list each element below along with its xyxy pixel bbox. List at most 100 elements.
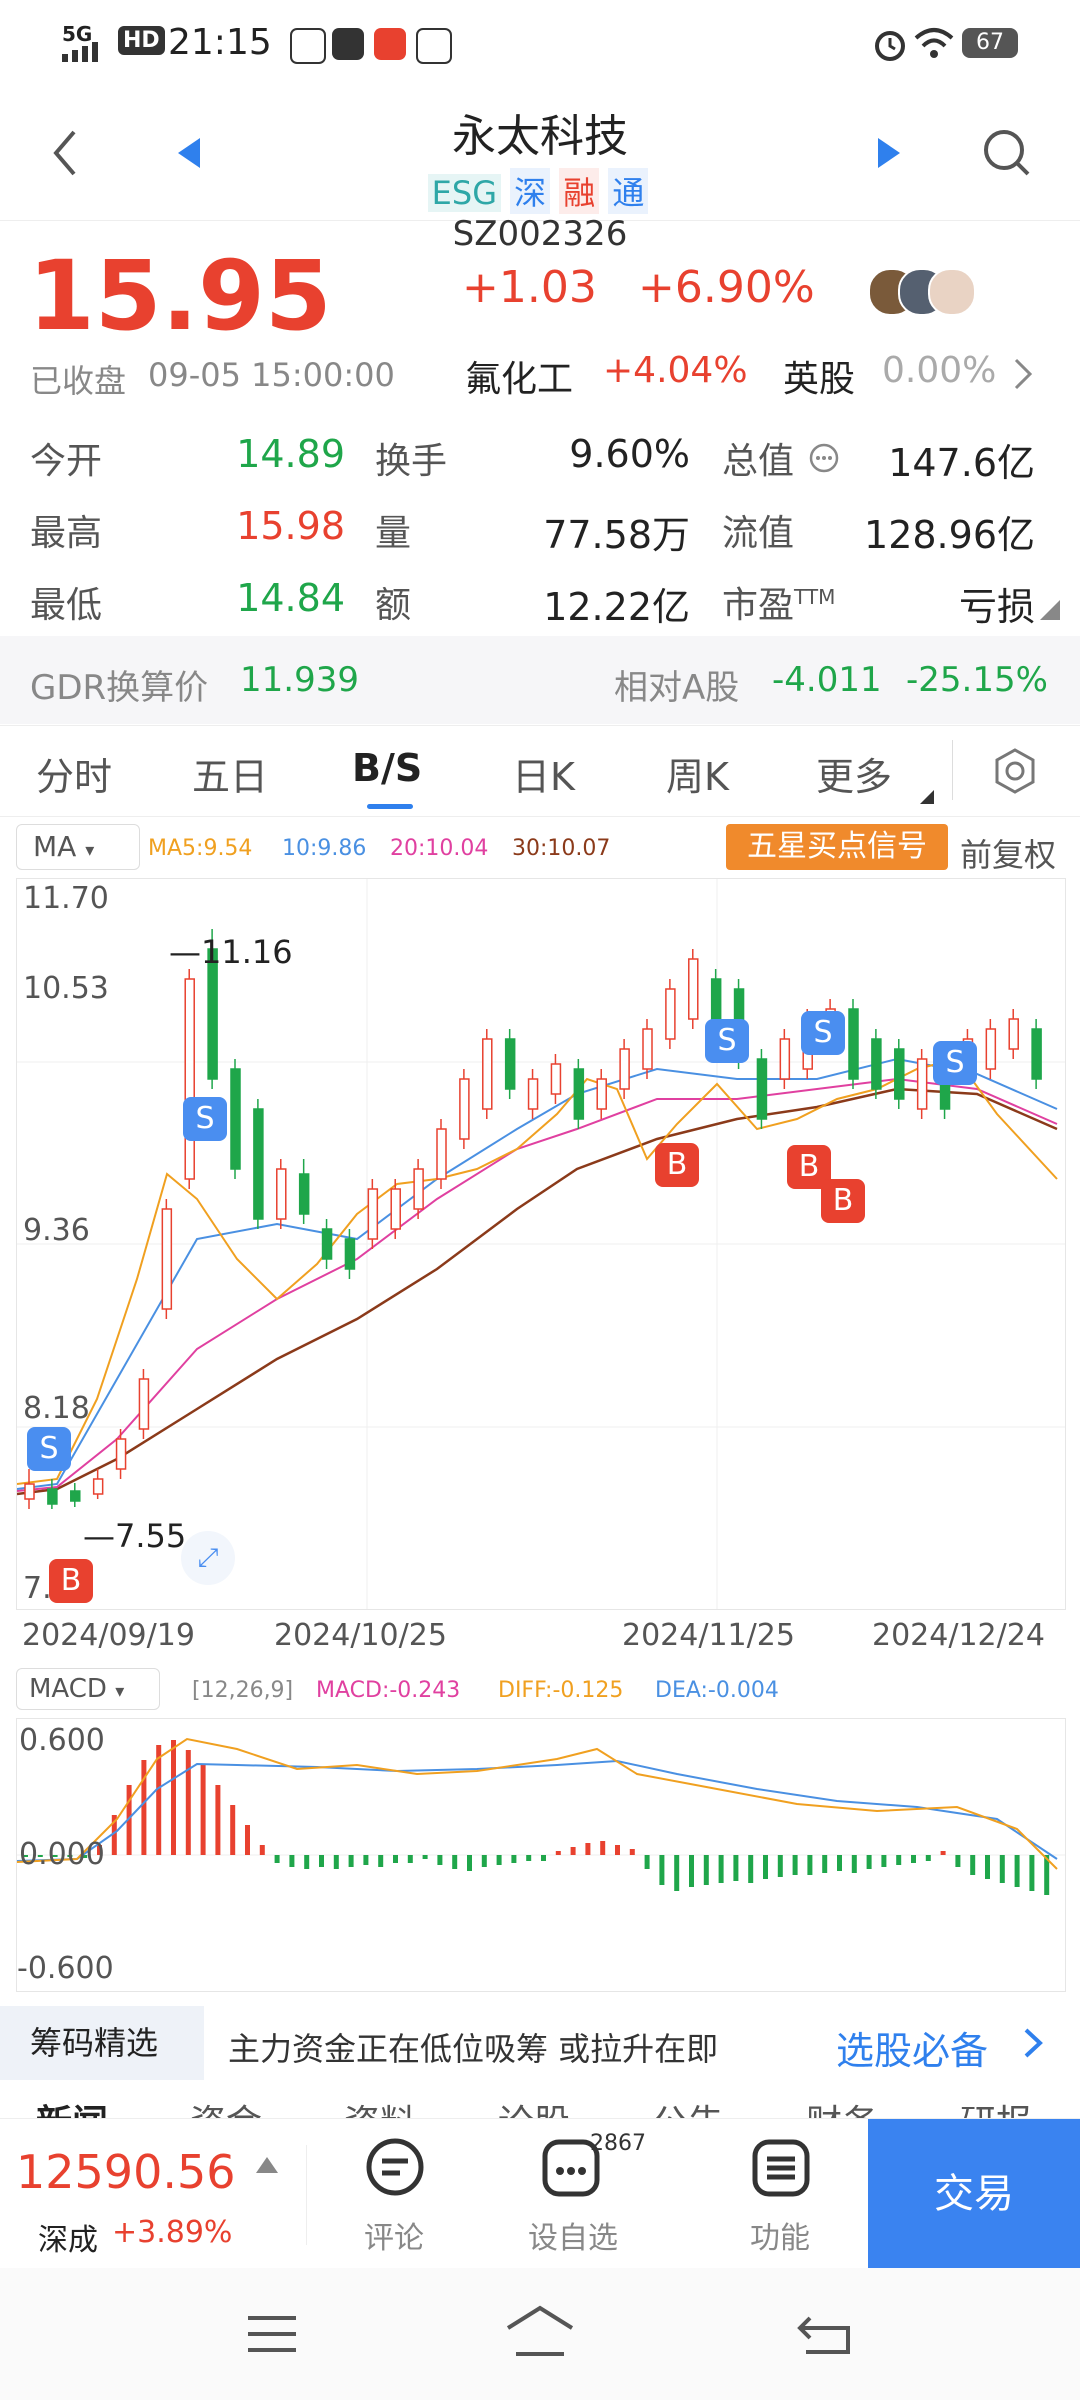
candle: [665, 988, 676, 1040]
chips-banner[interactable]: 筹码精选 主力资金正在低位吸筹 或拉升在即 选股必备: [0, 2006, 1080, 2080]
open-value: 14.89: [236, 432, 345, 476]
dropdown-triangle-icon[interactable]: [1038, 598, 1062, 622]
add-watchlist-button[interactable]: 2867 设自选: [520, 2131, 660, 2257]
candle: [642, 1028, 653, 1070]
next-stock-icon[interactable]: [876, 136, 902, 170]
macd-bar: [171, 1740, 176, 1855]
volume-value: 77.58万: [543, 513, 690, 557]
comment-icon: [366, 2138, 424, 2196]
macd-bar: [215, 1785, 221, 1855]
ma30-legend: 30:10.07: [512, 836, 611, 861]
macd-bar: [185, 1750, 191, 1855]
comment-button[interactable]: 评论: [340, 2137, 450, 2257]
macd-bar: [511, 1855, 517, 1863]
functions-label: 功能: [750, 2221, 810, 2256]
functions-button[interactable]: 功能: [740, 2137, 850, 2257]
buy-marker[interactable]: B: [821, 1179, 865, 1223]
macd-bar: [378, 1855, 384, 1867]
candle: [916, 1058, 928, 1110]
tab-five-day[interactable]: 五日: [192, 746, 268, 801]
tab-daily-k[interactable]: 日K: [512, 746, 575, 801]
buy-marker[interactable]: B: [655, 1143, 699, 1187]
y-label-top: 11.70: [23, 881, 109, 916]
back-nav-icon[interactable]: [796, 2308, 852, 2356]
uk-stock-label[interactable]: 英股: [783, 350, 855, 402]
clock: 21:15: [168, 22, 272, 63]
subtab-profile[interactable]: 资料: [344, 2094, 416, 2118]
info-icon[interactable]: [808, 442, 840, 474]
tab-more[interactable]: 更多: [816, 746, 892, 801]
alarm-icon: [875, 31, 905, 61]
discussion-avatars[interactable]: [868, 266, 978, 316]
candle: [985, 1028, 997, 1070]
candle: [1008, 1018, 1019, 1050]
diff-value: DIFF:-0.125: [498, 1678, 624, 1703]
watch-count: 2867: [590, 2131, 646, 2156]
macd-bar: [689, 1855, 694, 1887]
home-icon[interactable]: [504, 2304, 576, 2358]
sell-marker[interactable]: S: [801, 1011, 845, 1055]
buy-marker[interactable]: B: [49, 1559, 93, 1603]
chevron-down-icon: ▾: [115, 1681, 125, 1702]
subtab-news[interactable]: 新闻: [36, 2094, 108, 2118]
settings-icon[interactable]: [990, 746, 1040, 796]
sell-marker[interactable]: S: [933, 1041, 977, 1085]
exchange-tag: 深: [510, 168, 551, 214]
sell-marker[interactable]: S: [27, 1427, 71, 1471]
back-icon[interactable]: [50, 128, 80, 178]
adjust-mode[interactable]: 前复权: [960, 830, 1056, 876]
esg-tag: ESG: [427, 174, 501, 212]
sell-marker[interactable]: S: [705, 1019, 749, 1063]
amount-label: 额: [375, 585, 412, 626]
macd-bar: [585, 1843, 591, 1855]
macd-bar: [452, 1855, 458, 1869]
recent-apps-icon[interactable]: [246, 2312, 298, 2356]
fullscreen-icon[interactable]: ⤢: [181, 1531, 235, 1585]
candle: [436, 1128, 447, 1180]
low-value: 14.84: [236, 576, 345, 620]
macd-bar: [600, 1841, 606, 1855]
subtab-research[interactable]: 研报: [960, 2094, 1032, 2118]
macd-bar: [881, 1855, 887, 1867]
index-value[interactable]: 12590.56: [16, 2145, 236, 2199]
chips-text: 主力资金正在低位吸筹 或拉升在即: [228, 2030, 719, 2068]
subtab-announcements[interactable]: 公告: [652, 2094, 724, 2118]
indicator-select[interactable]: MA ▾: [16, 824, 140, 870]
prev-stock-icon[interactable]: [176, 136, 202, 170]
min-price-label: —7.55: [83, 1517, 187, 1555]
macd-bar: [792, 1855, 798, 1875]
candle: [619, 1048, 630, 1090]
trade-button[interactable]: 交易: [868, 2119, 1080, 2269]
macd-y-label: 0.000: [19, 1837, 105, 1872]
kline-chart[interactable]: 11.70 10.53 9.36 8.18 7.01 —11.16 —7.55 …: [16, 878, 1066, 1610]
x-label: 2024/10/25: [274, 1618, 447, 1653]
float-label: 流值: [722, 513, 795, 554]
up-triangle-icon: [256, 2157, 278, 2173]
candle: [321, 1228, 333, 1260]
chevron-right-icon[interactable]: [1012, 356, 1034, 392]
sector-name[interactable]: 氟化工: [465, 350, 573, 402]
five-star-signal-button[interactable]: 五星买点信号: [726, 824, 948, 870]
candle: [70, 1490, 81, 1502]
tab-weekly-k[interactable]: 周K: [666, 746, 729, 801]
macd-bar: [259, 1845, 265, 1855]
candle: [482, 1038, 493, 1110]
macd-chart[interactable]: 0.600 0.000 -0.600: [16, 1718, 1066, 1992]
status-bar: 5G HD 21:15 67: [0, 0, 1080, 90]
subtab-finance[interactable]: 财务: [806, 2094, 878, 2118]
battery-icon: 67: [962, 28, 1018, 58]
subtab-funds[interactable]: 资金: [190, 2094, 262, 2118]
chips-link[interactable]: 选股必备: [836, 2020, 988, 2075]
tab-intraday[interactable]: 分时: [36, 746, 112, 801]
tab-bs[interactable]: B/S: [352, 746, 422, 790]
sell-marker[interactable]: S: [183, 1097, 227, 1141]
macd-select[interactable]: MACD ▾: [16, 1668, 160, 1710]
bottom-toolbar: 12590.56 深成 +3.89% 评论 2867 设自选 功能 交易: [0, 2118, 1080, 2269]
search-icon[interactable]: [982, 128, 1032, 178]
high-value: 15.98: [236, 504, 345, 548]
candle: [596, 1078, 607, 1110]
pe-ttm: TTM: [794, 585, 836, 609]
quote-metrics: 今开 14.89 最高 15.98 最低 14.84 换手 9.60% 量 77…: [0, 420, 1080, 635]
subtab-discuss[interactable]: 论股: [498, 2094, 570, 2118]
candle: [550, 1063, 562, 1095]
